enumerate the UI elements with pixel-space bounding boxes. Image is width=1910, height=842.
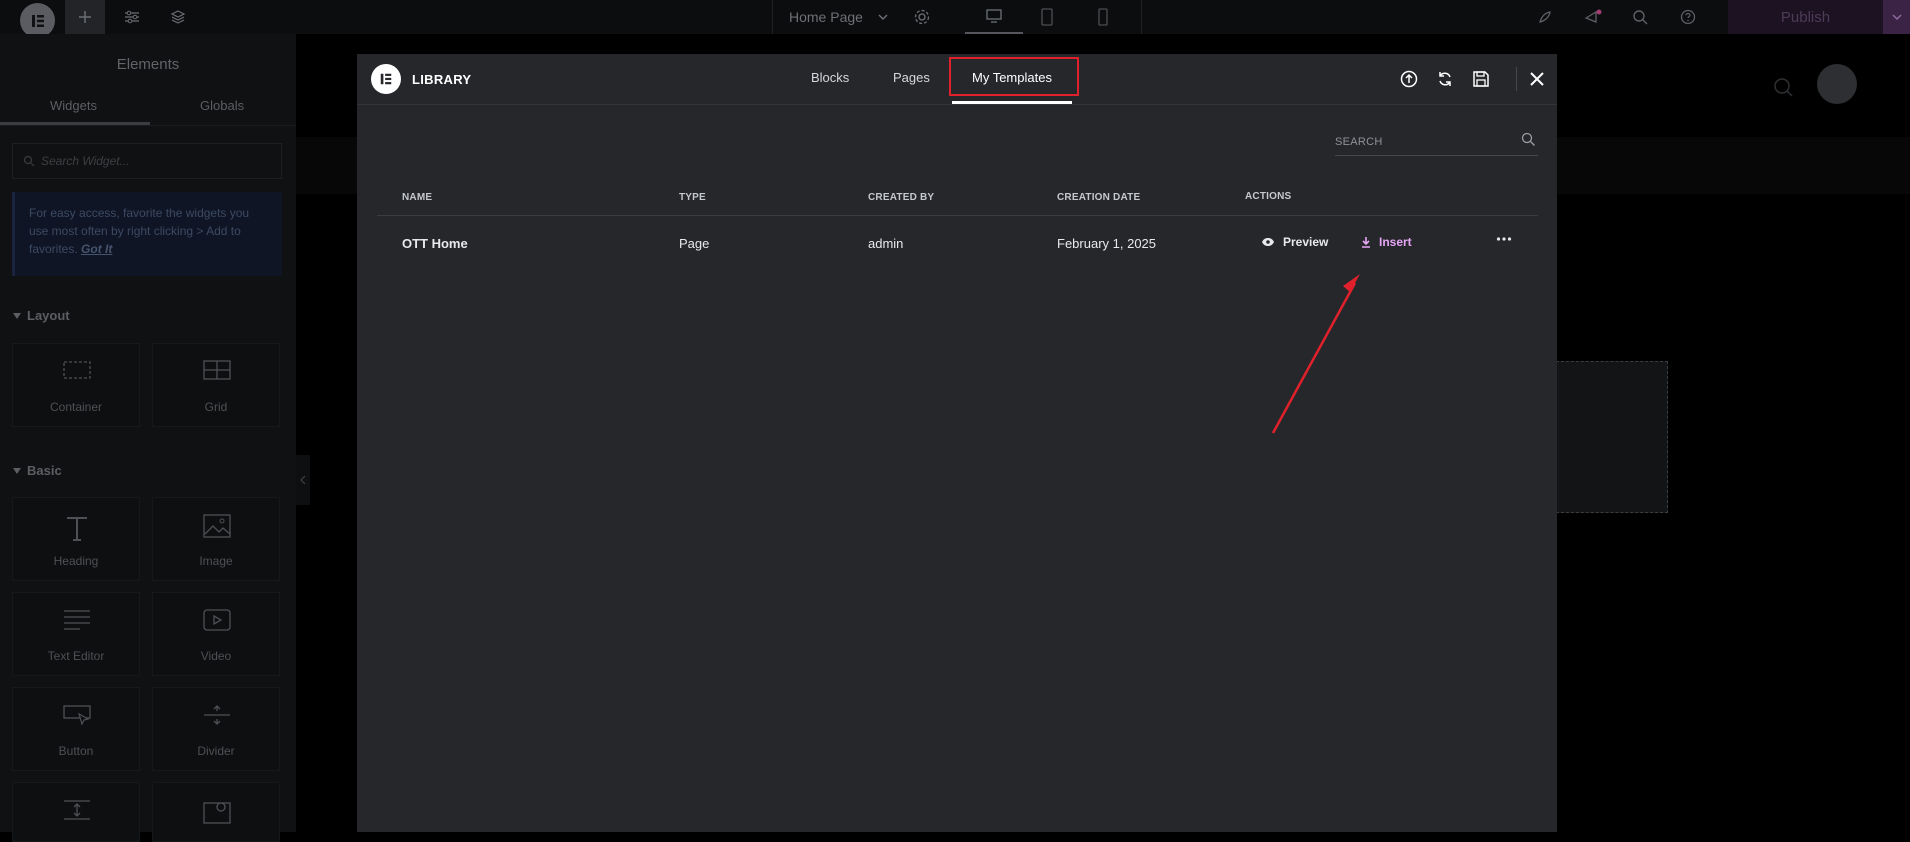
chevron-down-icon (877, 11, 889, 23)
heading-icon (63, 514, 91, 542)
column-header-creation-date: CREATION DATE (1057, 192, 1141, 203)
search-icon (23, 155, 35, 167)
template-type: Page (679, 236, 710, 251)
eye-icon (1261, 237, 1275, 247)
grid-icon (203, 360, 231, 380)
caret-down-icon (13, 467, 21, 475)
caret-down-icon (13, 312, 21, 320)
column-header-type: TYPE (679, 192, 706, 203)
canvas-empty-section (1556, 361, 1668, 513)
canvas-avatar (1817, 64, 1857, 104)
button-icon (63, 704, 91, 726)
publish-options-chevron-icon[interactable] (1883, 0, 1910, 34)
search-icon[interactable] (1521, 132, 1536, 147)
settings-sliders-icon[interactable] (112, 0, 152, 34)
import-template-icon[interactable] (1397, 67, 1421, 91)
search-icon[interactable] (1620, 0, 1660, 34)
tip-text: For easy access, favorite the widgets yo… (29, 206, 250, 256)
widget-search-input[interactable]: Search Widget... (12, 143, 282, 179)
download-icon (1361, 236, 1371, 248)
add-element-icon[interactable] (65, 0, 105, 34)
got-it-link[interactable]: Got It (81, 242, 112, 256)
header-separator (1516, 67, 1517, 91)
publish-button[interactable]: Publish (1728, 0, 1883, 34)
tab-widgets[interactable]: Widgets (50, 98, 97, 113)
top-bar: Home Page Publish (0, 0, 1910, 38)
container-icon (63, 360, 91, 380)
widget-label: Grid (204, 400, 228, 414)
elementor-logo-icon[interactable] (20, 3, 55, 38)
library-title: LIBRARY (412, 72, 472, 87)
tab-pages[interactable]: Pages (893, 70, 930, 85)
insert-label: Insert (1379, 235, 1412, 249)
template-name: OTT Home (402, 236, 468, 251)
spacer-icon (63, 799, 91, 821)
elementor-logo-icon (371, 64, 401, 94)
rocket-icon[interactable] (1525, 0, 1565, 34)
map-icon (203, 799, 231, 825)
widget-spacer[interactable] (12, 782, 140, 842)
page-name: Home Page (789, 9, 863, 25)
preview-button[interactable]: Preview (1261, 235, 1328, 249)
desktop-view-icon[interactable] (965, 0, 1023, 34)
widget-label: Heading (53, 554, 99, 568)
widget-google-maps[interactable] (152, 782, 280, 842)
text-editor-icon (63, 609, 91, 631)
divider (0, 125, 296, 126)
widget-divider[interactable]: Divider (152, 687, 280, 771)
image-icon (203, 514, 231, 538)
video-icon (203, 609, 231, 631)
divider-icon (203, 704, 231, 726)
layers-icon[interactable] (158, 0, 198, 34)
close-icon[interactable] (1525, 67, 1549, 91)
more-options-icon[interactable] (1496, 236, 1512, 242)
active-tab-indicator (952, 101, 1072, 104)
widget-label: Button (58, 744, 94, 758)
annotation-highlight-box (949, 57, 1079, 96)
widget-button[interactable]: Button (12, 687, 140, 771)
widget-video[interactable]: Video (152, 592, 280, 676)
column-header-created-by: CREATED BY (868, 192, 935, 203)
widget-label: Divider (197, 744, 235, 758)
mobile-view-icon[interactable] (1083, 0, 1123, 34)
header-divider (377, 215, 1538, 216)
category-basic[interactable]: Basic (27, 463, 62, 478)
template-search-input[interactable]: SEARCH (1335, 126, 1538, 156)
notifications-icon[interactable] (1573, 0, 1613, 34)
column-header-actions: ACTIONS (1245, 191, 1292, 202)
widget-label: Image (199, 554, 233, 568)
tab-globals[interactable]: Globals (200, 98, 244, 113)
sync-library-icon[interactable] (1433, 67, 1457, 91)
library-modal: LIBRARY Blocks Pages My Templates SEARCH… (357, 54, 1557, 832)
template-author: admin (868, 236, 904, 251)
widget-container[interactable]: Container (12, 343, 140, 427)
widget-label: Container (49, 400, 103, 414)
page-settings-gear-icon[interactable] (913, 8, 931, 26)
column-header-name: NAME (402, 192, 433, 203)
category-layout[interactable]: Layout (27, 308, 70, 323)
canvas-search-icon (1773, 77, 1793, 97)
help-icon[interactable] (1668, 0, 1708, 34)
panel-title: Elements (116, 56, 180, 73)
template-date: February 1, 2025 (1057, 236, 1157, 251)
favorites-tip: For easy access, favorite the widgets yo… (12, 192, 282, 276)
widget-search-placeholder: Search Widget... (41, 154, 130, 168)
insert-button[interactable]: Insert (1361, 235, 1412, 249)
collapse-panel-chevron-icon[interactable] (296, 455, 310, 505)
save-template-icon[interactable] (1469, 67, 1493, 91)
search-placeholder: SEARCH (1335, 136, 1383, 148)
elements-panel: Elements Widgets Globals Search Widget..… (0, 34, 296, 842)
widget-text-editor[interactable]: Text Editor (12, 592, 140, 676)
widget-image[interactable]: Image (152, 497, 280, 581)
tab-blocks[interactable]: Blocks (811, 70, 849, 85)
widget-label: Video (200, 649, 232, 663)
library-header: LIBRARY Blocks Pages My Templates (357, 54, 1557, 105)
widget-grid[interactable]: Grid (152, 343, 280, 427)
tablet-view-icon[interactable] (1027, 0, 1067, 34)
widget-label: Text Editor (47, 649, 105, 663)
widget-heading[interactable]: Heading (12, 497, 140, 581)
preview-label: Preview (1283, 235, 1329, 249)
